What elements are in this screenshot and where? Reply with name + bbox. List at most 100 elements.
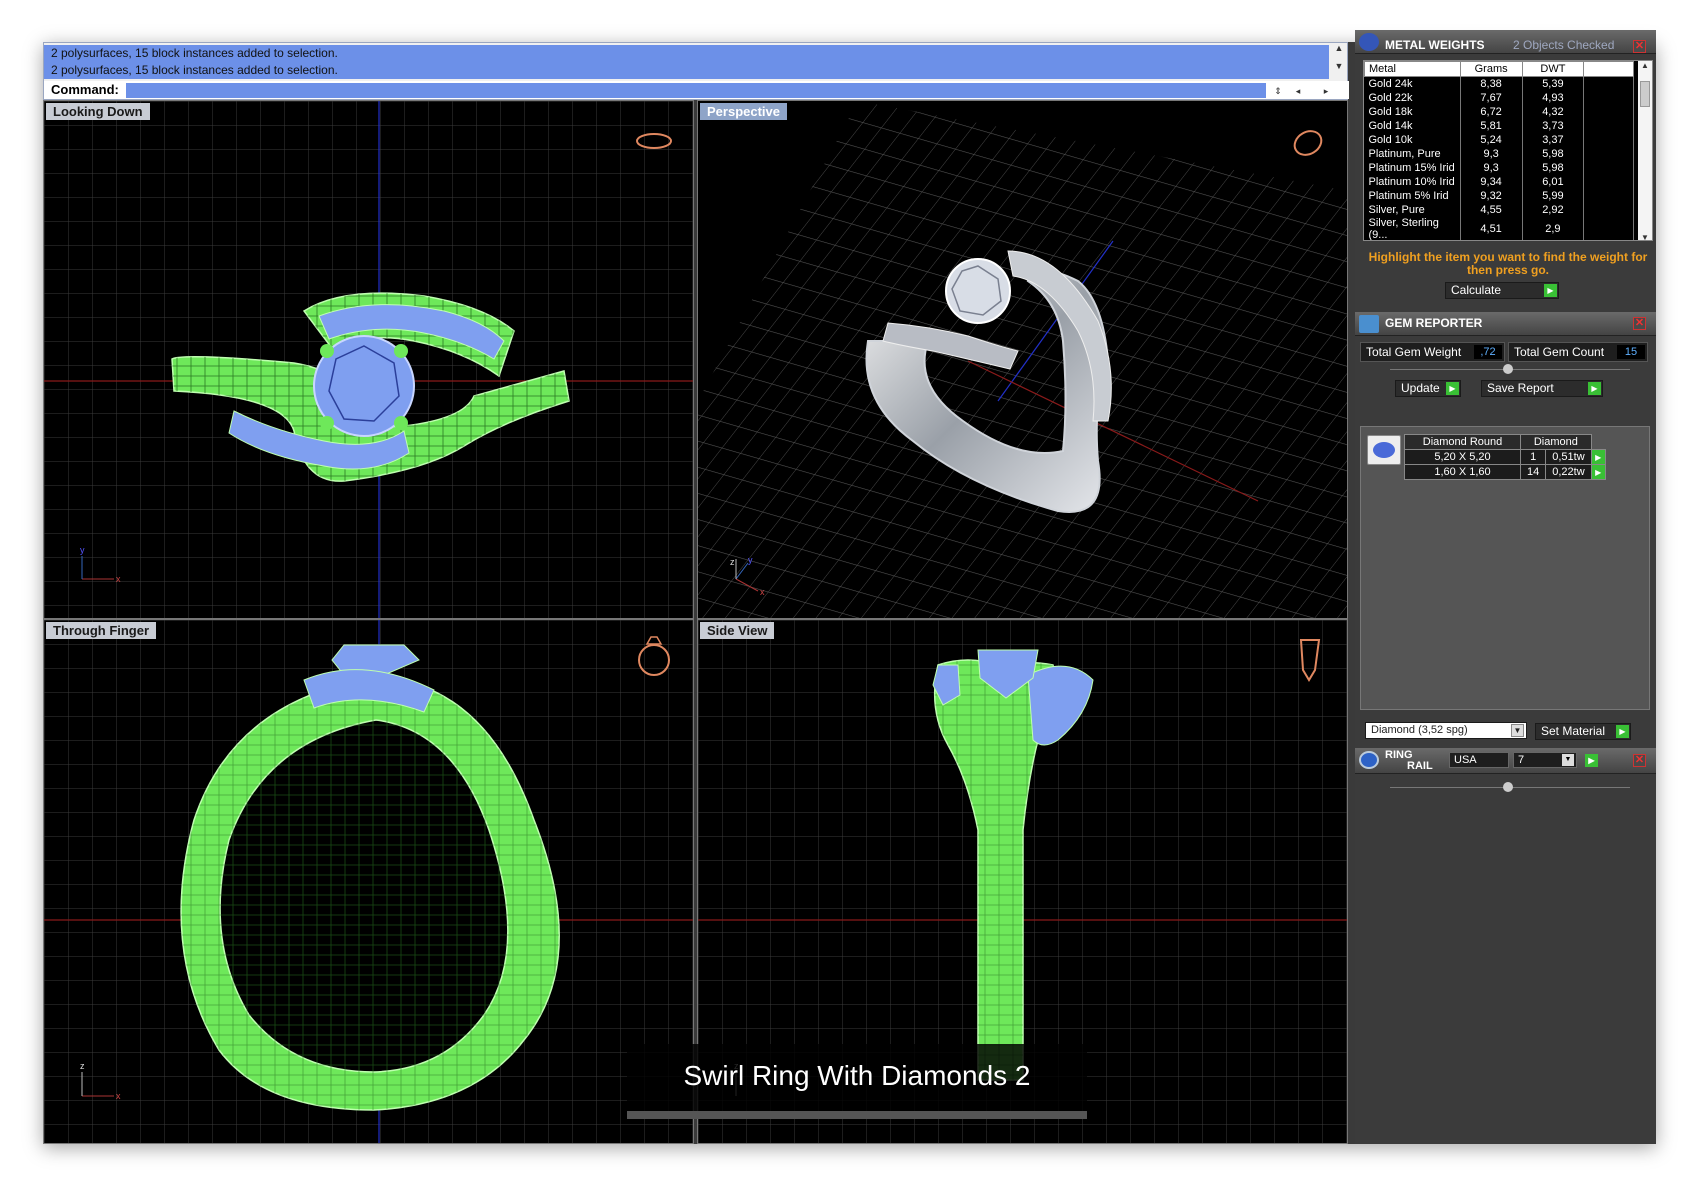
dwt-value: 2,92 [1522,202,1585,217]
metal-name: Gold 10k [1364,132,1461,147]
table-row[interactable]: Gold 18k 6,72 4,32 [1364,104,1634,119]
viewport-label[interactable]: Side View [700,622,775,639]
metal-name: Gold 24k [1364,76,1461,91]
scroll-up-icon[interactable]: ▲ [1333,43,1345,53]
scroll-down-icon[interactable]: ▼ [1333,61,1345,71]
arrow-right-icon[interactable]: ▸ [1320,82,1332,100]
table-row[interactable]: Gold 14k 5,81 3,73 [1364,118,1634,133]
total-gem-count-value: 15 [1617,345,1645,359]
material-select-value: Diamond (3,52 spg) [1371,724,1468,736]
viewport-through-finger[interactable]: x z Through Finger [43,619,694,1144]
table-row[interactable]: Gold 22k 7,67 4,93 [1364,90,1634,105]
ring-rail-icon [1359,751,1379,769]
metal-name: Platinum 10% Irid [1364,174,1461,189]
scroll-thumb[interactable] [1640,81,1650,107]
table-row[interactable]: Platinum 15% Irid 9,3 5,98 [1364,160,1634,175]
column-header[interactable]: Grams [1459,61,1523,77]
grams-value: 4,51 [1460,216,1523,240]
dwt-value: 4,32 [1522,104,1585,119]
perspective-canvas: x y z [698,101,1347,618]
chevron-down-icon[interactable]: ▼ [1562,754,1574,766]
scroll-down-icon[interactable]: ▼ [1638,233,1652,240]
table-row[interactable]: Platinum, Pure 9,3 5,98 [1364,146,1634,161]
total-gem-weight-field: Total Gem Weight ,72 [1360,342,1505,362]
axis-x-label: x [760,587,765,597]
column-header[interactable]: Diamond Round [1404,434,1521,450]
grams-value: 4,55 [1460,202,1523,217]
close-icon[interactable]: ✕ [1633,317,1646,330]
table-row[interactable]: Platinum 5% Irid 9,32 5,99 [1364,188,1634,203]
save-report-button[interactable]: Save Report ▶ [1481,380,1603,397]
go-icon[interactable]: ▶ [1544,284,1557,297]
video-progress-bar[interactable] [627,1111,1087,1119]
gem-size: 1,60 X 1,60 [1404,464,1521,480]
command-input[interactable] [126,83,1266,98]
scroll-up-icon[interactable]: ▲ [1638,61,1652,70]
go-icon[interactable]: ▶ [1588,382,1601,395]
gem-table[interactable]: Diamond Round Diamond 5,20 X 5,20 1 0,51… [1404,434,1606,480]
viewport-label[interactable]: Through Finger [46,622,157,639]
viewport-label[interactable]: Perspective [700,103,787,120]
close-icon[interactable]: ✕ [1633,754,1646,767]
arrow-left-icon[interactable]: ◂ [1292,82,1304,100]
ring-size-value: 7 [1518,754,1525,766]
calculate-label: Calculate [1451,283,1502,297]
gem-weight: 0,51tw [1545,449,1592,465]
gem-count: 1 [1519,449,1547,465]
rhino-window: 2 polysurfaces, 15 block instances added… [43,30,1656,1144]
calculate-button[interactable]: Calculate ▶ [1445,282,1559,299]
grams-value: 8,38 [1460,76,1523,91]
go-icon[interactable]: ▶ [1585,754,1598,767]
spin-icon[interactable]: ⇕ [1272,82,1284,100]
top-view-canvas: x y [44,101,693,618]
viewport-label[interactable]: Looking Down [46,103,150,120]
viewport-perspective[interactable]: x y z Perspective [697,100,1348,619]
update-button[interactable]: Update ▶ [1395,380,1461,397]
total-gem-weight-label: Total Gem Weight [1366,345,1462,359]
dwt-value: 3,73 [1522,118,1585,133]
table-row[interactable]: 1,60 X 1,60 14 0,22tw ▶ [1404,464,1606,480]
axis-y-label: y [80,545,85,555]
go-icon[interactable]: ▶ [1446,382,1459,395]
country-field[interactable]: USA [1449,752,1509,768]
table-row[interactable]: Gold 24k 8,38 5,39 [1364,76,1634,91]
divider-knob[interactable] [1503,364,1513,374]
table-row[interactable]: Silver, Sterling (9... 4,51 2,9 [1364,216,1634,240]
go-icon[interactable]: ▶ [1590,449,1606,465]
close-icon[interactable]: ✕ [1633,40,1646,53]
go-icon[interactable]: ▶ [1616,725,1629,738]
column-header[interactable]: Metal [1364,61,1461,77]
metal-weights-table[interactable]: Metal Grams DWT Gold 24k 8,38 5,39 Gold 22k… [1363,60,1653,241]
axis-z-label: z [80,1061,85,1071]
command-history-line: 2 polysurfaces, 15 block instances added… [44,45,1329,62]
table-scrollbar[interactable]: ▲ ▼ [1638,61,1652,240]
table-row[interactable]: Silver, Pure 4,55 2,92 [1364,202,1634,217]
video-caption: Swirl Ring With Diamonds 2 [627,1044,1087,1114]
column-header[interactable]: Diamond [1520,434,1592,450]
column-header[interactable]: DWT [1521,61,1585,77]
chevron-down-icon[interactable]: ▼ [1511,724,1524,737]
dwt-value: 5,39 [1522,76,1585,91]
grams-value: 9,3 [1460,146,1523,161]
command-label: Command: [51,82,119,97]
set-material-button[interactable]: Set Material ▶ [1535,723,1631,740]
command-history-line: 2 polysurfaces, 15 block instances added… [44,62,1329,79]
ring-size-select[interactable]: 7 ▼ [1513,752,1577,768]
metal-name: Silver, Pure [1364,202,1461,217]
metal-name: Platinum 15% Irid [1364,160,1461,175]
metal-name: Platinum 5% Irid [1364,188,1461,203]
divider-knob[interactable] [1503,782,1513,792]
viewport-looking-down[interactable]: x y Looking Down [43,100,694,619]
update-label: Update [1401,381,1440,395]
go-icon[interactable]: ▶ [1590,464,1606,480]
save-report-label: Save Report [1487,381,1554,395]
plugin-panel: METAL WEIGHTS 2 Objects Checked ✕ Metal … [1355,30,1656,1144]
table-row[interactable]: 5,20 X 5,20 1 0,51tw ▶ [1404,449,1606,465]
table-row[interactable]: Platinum 10% Irid 9,34 6,01 [1364,174,1634,189]
set-material-label: Set Material [1541,724,1606,738]
material-select[interactable]: Diamond (3,52 spg) ▼ [1365,722,1527,739]
total-gem-count-label: Total Gem Count [1514,345,1605,359]
diamond-shape-icon [1367,435,1401,465]
metal-name: Gold 14k [1364,118,1461,133]
table-row[interactable]: Gold 10k 5,24 3,37 [1364,132,1634,147]
